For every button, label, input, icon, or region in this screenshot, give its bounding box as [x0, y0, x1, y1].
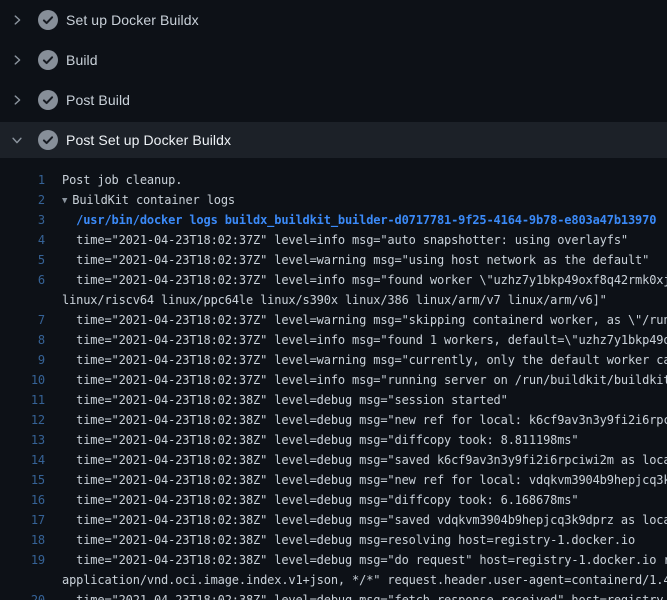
log-line-text: application/vnd.oci.image.index.v1+json,…	[62, 570, 667, 590]
log-line: 18 time="2021-04-23T18:02:38Z" level=deb…	[0, 530, 667, 550]
log-line-text: time="2021-04-23T18:02:37Z" level=warnin…	[62, 310, 667, 330]
log-line-text: time="2021-04-23T18:02:38Z" level=debug …	[62, 430, 667, 450]
actions-log-viewer: Set up Docker Buildx Build Post Build Post …	[0, 0, 667, 600]
step-header-set-up-docker-buildx[interactable]: Set up Docker Buildx	[0, 0, 667, 40]
log-line-text: time="2021-04-23T18:02:37Z" level=info m…	[62, 270, 667, 290]
chevron-right-icon[interactable]	[9, 93, 25, 107]
log-line-text: time="2021-04-23T18:02:38Z" level=debug …	[62, 470, 667, 490]
log-line-text: time="2021-04-23T18:02:38Z" level=debug …	[62, 450, 667, 470]
log-line-text: time="2021-04-23T18:02:38Z" level=debug …	[62, 530, 667, 550]
log-line: 10 time="2021-04-23T18:02:37Z" level=inf…	[0, 370, 667, 390]
log-line-number[interactable]: 4	[0, 230, 45, 250]
log-line-number[interactable]: 10	[0, 370, 45, 390]
chevron-right-icon[interactable]	[9, 13, 25, 27]
log-line: 12 time="2021-04-23T18:02:38Z" level=deb…	[0, 410, 667, 430]
log-line-number[interactable]: 11	[0, 390, 45, 410]
log-line: 6 time="2021-04-23T18:02:37Z" level=info…	[0, 270, 667, 290]
log-line-number[interactable]: 16	[0, 490, 45, 510]
log-line: 15 time="2021-04-23T18:02:38Z" level=deb…	[0, 470, 667, 490]
log-line-text: time="2021-04-23T18:02:37Z" level=info m…	[62, 370, 667, 390]
log-line: 1 Post job cleanup.	[0, 170, 667, 190]
log-line-number[interactable]: 13	[0, 430, 45, 450]
chevron-down-icon[interactable]	[9, 133, 25, 147]
log-line-number[interactable]: 1	[0, 170, 45, 190]
log-line: 2 ▼ BuildKit container logs	[0, 190, 667, 210]
log-line-number[interactable]: 19	[0, 550, 45, 570]
job-steps-list: Set up Docker Buildx Build Post Build Post …	[0, 0, 667, 600]
log-line-text: time="2021-04-23T18:02:38Z" level=debug …	[62, 510, 667, 530]
log-group-toggle[interactable]: ▼ BuildKit container logs	[62, 190, 667, 210]
log-line-number[interactable]: 18	[0, 530, 45, 550]
step-header-build[interactable]: Build	[0, 40, 667, 80]
log-line: 13 time="2021-04-23T18:02:38Z" level=deb…	[0, 430, 667, 450]
log-line-text: time="2021-04-23T18:02:37Z" level=warnin…	[62, 250, 667, 270]
step-log-output: 1 Post job cleanup. 2 ▼ BuildKit container l…	[0, 158, 667, 600]
log-line-text: time="2021-04-23T18:02:38Z" level=debug …	[62, 390, 667, 410]
step-header-post-set-up-docker-buildx[interactable]: Post Set up Docker Buildx	[0, 122, 667, 158]
log-line-continuation: application/vnd.oci.image.index.v1+json,…	[0, 570, 667, 590]
log-line: 14 time="2021-04-23T18:02:38Z" level=deb…	[0, 450, 667, 470]
log-line: 7 time="2021-04-23T18:02:37Z" level=warn…	[0, 310, 667, 330]
triangle-down-icon: ▼	[62, 191, 67, 210]
log-line-text: time="2021-04-23T18:02:38Z" level=debug …	[62, 410, 667, 430]
step-label: Post Build	[66, 92, 130, 108]
log-line-text: time="2021-04-23T18:02:37Z" level=info m…	[62, 330, 667, 350]
log-line: 3 /usr/bin/docker logs buildx_buildkit_b…	[0, 210, 667, 230]
log-line-number[interactable]: 20	[0, 590, 45, 600]
log-line-text: time="2021-04-23T18:02:37Z" level=info m…	[62, 230, 667, 250]
log-line: 19 time="2021-04-23T18:02:38Z" level=deb…	[0, 550, 667, 570]
log-line-text: Post job cleanup.	[62, 170, 667, 190]
log-line-text: time="2021-04-23T18:02:38Z" level=debug …	[62, 590, 667, 600]
chevron-right-icon[interactable]	[9, 53, 25, 67]
step-header-post-build[interactable]: Post Build	[0, 80, 667, 120]
log-line-number[interactable]: 6	[0, 270, 45, 290]
step-label: Post Set up Docker Buildx	[66, 132, 231, 148]
log-line-text: time="2021-04-23T18:02:38Z" level=debug …	[62, 490, 667, 510]
check-circle-icon	[38, 130, 58, 150]
log-line-text: time="2021-04-23T18:02:38Z" level=debug …	[62, 550, 667, 570]
log-line: 16 time="2021-04-23T18:02:38Z" level=deb…	[0, 490, 667, 510]
log-line-number[interactable]: 12	[0, 410, 45, 430]
check-circle-icon	[38, 50, 58, 70]
log-line: 17 time="2021-04-23T18:02:38Z" level=deb…	[0, 510, 667, 530]
step-label: Build	[66, 52, 98, 68]
log-line-continuation: linux/riscv64 linux/ppc64le linux/s390x …	[0, 290, 667, 310]
log-line: 8 time="2021-04-23T18:02:37Z" level=info…	[0, 330, 667, 350]
log-line-number-empty	[0, 290, 45, 310]
log-line-number[interactable]: 3	[0, 210, 45, 230]
log-line-number[interactable]: 9	[0, 350, 45, 370]
log-line-number[interactable]: 17	[0, 510, 45, 530]
log-line-number[interactable]: 15	[0, 470, 45, 490]
log-line: 4 time="2021-04-23T18:02:37Z" level=info…	[0, 230, 667, 250]
log-line-text: linux/riscv64 linux/ppc64le linux/s390x …	[62, 290, 667, 310]
log-line: 9 time="2021-04-23T18:02:37Z" level=warn…	[0, 350, 667, 370]
log-group-label: BuildKit container logs	[72, 193, 235, 207]
log-line-number-empty	[0, 570, 45, 590]
log-line-number[interactable]: 14	[0, 450, 45, 470]
log-line-number[interactable]: 7	[0, 310, 45, 330]
log-line: 20 time="2021-04-23T18:02:38Z" level=deb…	[0, 590, 667, 600]
log-line: 11 time="2021-04-23T18:02:38Z" level=deb…	[0, 390, 667, 410]
log-line-number[interactable]: 5	[0, 250, 45, 270]
log-line-number[interactable]: 2	[0, 190, 45, 210]
log-line-number[interactable]: 8	[0, 330, 45, 350]
step-label: Set up Docker Buildx	[66, 12, 199, 28]
log-command-text: /usr/bin/docker logs buildx_buildkit_bui…	[62, 210, 667, 230]
check-circle-icon	[38, 10, 58, 30]
log-line: 5 time="2021-04-23T18:02:37Z" level=warn…	[0, 250, 667, 270]
check-circle-icon	[38, 90, 58, 110]
log-line-text: time="2021-04-23T18:02:37Z" level=warnin…	[62, 350, 667, 370]
